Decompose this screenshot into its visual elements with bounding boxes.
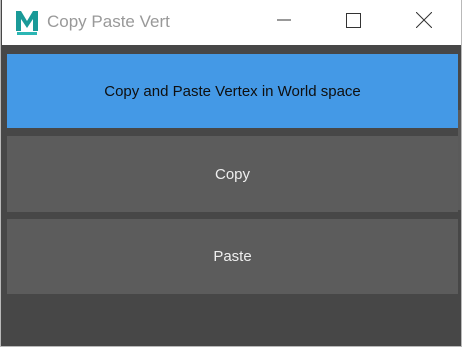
copy-button-label: Copy xyxy=(214,165,251,183)
minimize-icon xyxy=(277,13,291,32)
close-icon xyxy=(415,11,433,33)
window-edge xyxy=(458,110,461,210)
title-bar[interactable]: Copy Paste Vert xyxy=(2,0,461,45)
copy-button[interactable]: Copy xyxy=(7,136,458,212)
maya-app-icon xyxy=(14,9,40,36)
minimize-button[interactable] xyxy=(261,0,307,45)
paste-button[interactable]: Paste xyxy=(7,219,458,294)
window-title: Copy Paste Vert xyxy=(47,12,170,31)
maximize-icon xyxy=(345,12,361,33)
header-text: Copy and Paste Vertex in World space xyxy=(104,82,361,100)
maximize-button[interactable] xyxy=(330,0,376,45)
paste-button-label: Paste xyxy=(213,248,252,265)
client-area: Copy and Paste Vertex in World space Cop… xyxy=(2,45,461,346)
header-banner: Copy and Paste Vertex in World space xyxy=(7,54,458,128)
close-button[interactable] xyxy=(401,0,447,45)
app-window: Copy Paste Vert Copy and Paste Vertex in… xyxy=(0,0,462,347)
